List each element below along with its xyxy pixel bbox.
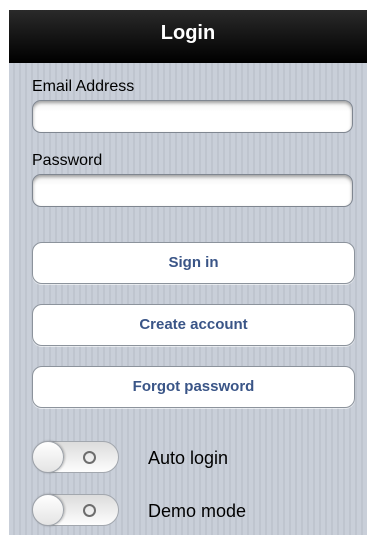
auto-login-label: Auto login [148, 448, 229, 468]
password-field[interactable] [32, 174, 353, 207]
create-account-button[interactable]: Create account [32, 304, 355, 346]
demo-mode-toggle[interactable] [32, 494, 119, 526]
forgot-password-button[interactable]: Forgot password [32, 366, 355, 408]
login-screen: Login Email Address Password Sign in Cre… [9, 10, 367, 535]
off-indicator-icon [83, 504, 96, 517]
email-field[interactable] [32, 100, 353, 133]
sign-in-button[interactable]: Sign in [32, 242, 355, 284]
email-label: Email Address [32, 78, 135, 95]
navigation-bar: Login [9, 10, 367, 63]
password-label: Password [32, 152, 103, 169]
off-indicator-icon [83, 451, 96, 464]
toggle-knob [32, 494, 64, 526]
auto-login-toggle[interactable] [32, 441, 119, 473]
toggle-knob [32, 441, 64, 473]
demo-mode-label: Demo mode [148, 501, 247, 521]
page-title: Login [160, 22, 216, 44]
